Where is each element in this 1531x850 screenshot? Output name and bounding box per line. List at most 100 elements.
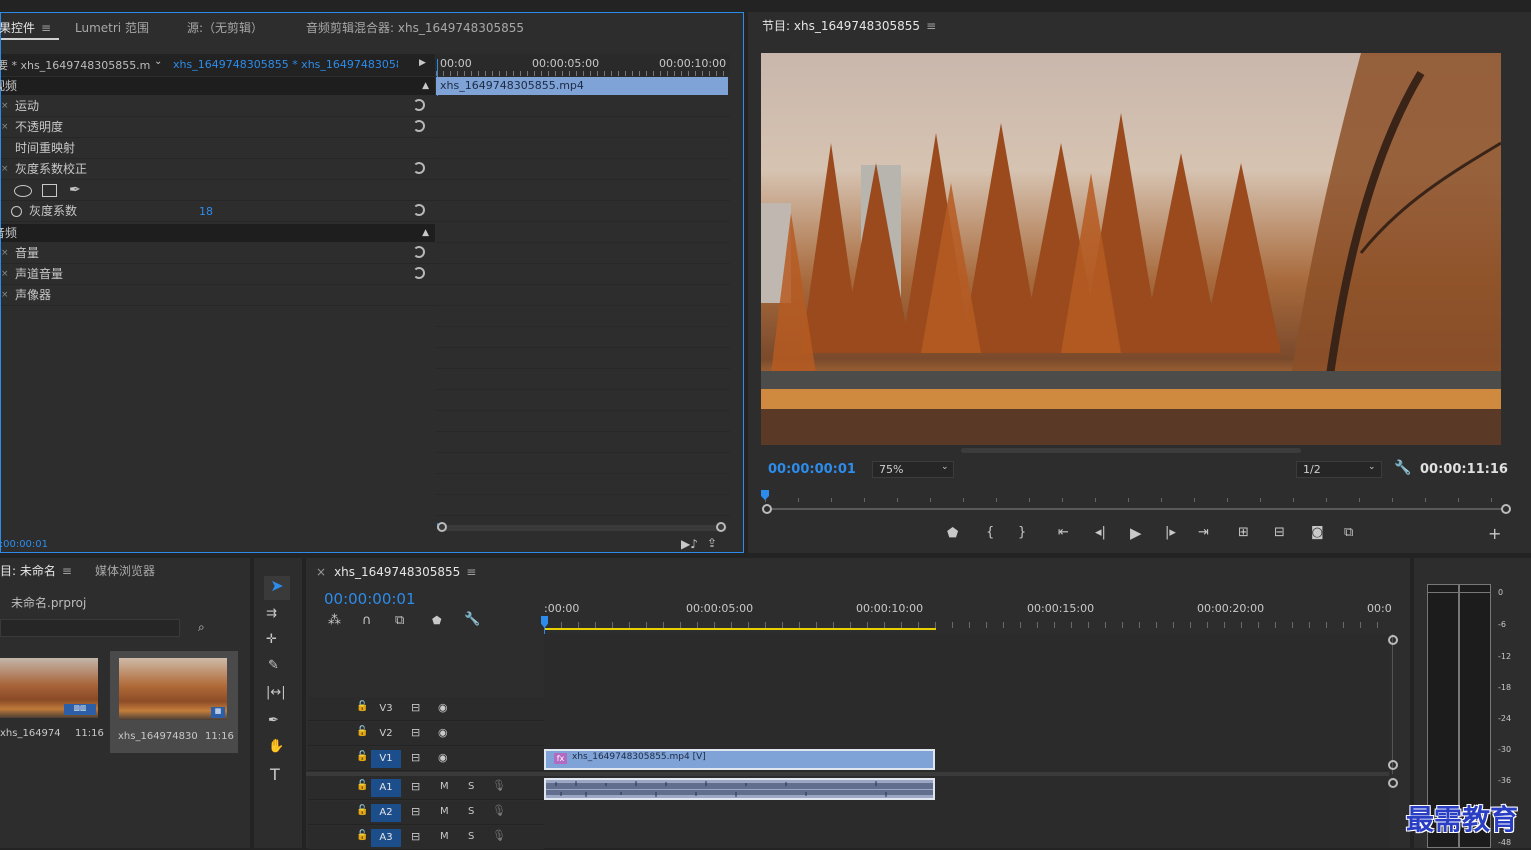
ripple-edit-tool-icon[interactable]: ✛ [266, 632, 277, 647]
track-header-a3[interactable]: 🔓 A3 ⊟ M S 🎙 [308, 826, 544, 850]
sync-lock-icon[interactable]: ⊟ [411, 780, 420, 793]
close-icon[interactable]: × [316, 565, 326, 579]
add-button-icon[interactable]: + [1488, 524, 1501, 543]
track-header-a2[interactable]: 🔓 A2 ⊟ M S 🎙 [308, 801, 544, 825]
reset-icon[interactable] [413, 162, 425, 174]
project-item[interactable]: ▥▥ xhs_1649748305... 11:16 [0, 654, 104, 750]
effect-row-time-remap[interactable]: 时间重映射 [1, 138, 435, 159]
reset-icon[interactable] [413, 267, 425, 279]
pen-tool-icon[interactable]: ✒ [268, 713, 279, 728]
settings-wrench-icon[interactable]: 🔧 [1394, 460, 1411, 476]
reset-icon[interactable] [413, 99, 425, 111]
effect-row-motion[interactable]: × 运动 [1, 96, 435, 117]
linked-selection-icon[interactable]: ⧉ [395, 613, 404, 628]
program-current-time[interactable]: 00:00:00:01 [768, 462, 856, 477]
vscroll-handle-audio[interactable] [1388, 778, 1398, 788]
panel-menu-icon[interactable]: ≡ [926, 14, 936, 38]
program-video-frame[interactable] [761, 53, 1501, 445]
lock-icon[interactable]: 🔓 [356, 726, 368, 737]
program-zoom-handle-left[interactable] [762, 504, 772, 514]
sync-lock-icon[interactable]: ⊟ [411, 701, 420, 714]
hand-tool-icon[interactable]: ✋ [268, 739, 284, 754]
tab-media-browser[interactable]: 媒体浏览器 [95, 559, 155, 583]
program-monitor-title[interactable]: 节目: xhs_1649748305855 ≡ [762, 14, 936, 38]
ellipse-mask-icon[interactable] [14, 185, 32, 197]
reset-icon[interactable] [413, 204, 425, 216]
step-forward-icon[interactable]: |▸ [1165, 525, 1176, 540]
panel-menu-icon[interactable]: ≡ [41, 16, 51, 40]
export-frame-camera-icon[interactable]: ◙ [1311, 525, 1324, 540]
ec-zoom-scrollbar[interactable] [439, 525, 727, 531]
video-clip-v1[interactable]: fx xhs_1649748305855.mp4 [V] [544, 749, 935, 770]
nest-toggle-icon[interactable]: ⁂ [328, 613, 341, 628]
track-label[interactable]: V1 [371, 750, 401, 768]
panel-menu-icon[interactable]: ≡ [62, 559, 72, 583]
lock-icon[interactable]: 🔓 [356, 701, 368, 712]
timeline-settings-wrench-icon[interactable]: 🔧 [464, 612, 480, 627]
project-item-selected[interactable]: ▦ xhs_1649748305... 11:16 [110, 651, 238, 753]
pen-mask-icon[interactable]: ✒ [69, 180, 81, 201]
program-zoom-handle-right[interactable] [1501, 504, 1511, 514]
tab-audio-clip-mixer[interactable]: 音频剪辑混合器: xhs_1649748305855 [306, 16, 524, 40]
panel-menu-icon[interactable]: ≡ [466, 560, 476, 584]
add-marker-icon[interactable]: ⬟ [432, 614, 442, 627]
tab-sequence[interactable]: × xhs_1649748305855 ≡ [316, 560, 476, 584]
effect-row-channel-volume[interactable]: × 声道音量 [1, 264, 435, 285]
timeline-vscroll[interactable] [1392, 634, 1393, 774]
razor-tool-icon[interactable]: ✎ [268, 658, 279, 673]
track-select-tool-icon[interactable]: ⇉ [266, 606, 277, 621]
track-label[interactable]: A1 [371, 779, 401, 797]
mic-icon[interactable]: 🎙 [492, 779, 506, 792]
go-to-out-icon[interactable]: ⇥ [1198, 525, 1209, 540]
solo-button[interactable]: S [468, 781, 474, 792]
mic-icon[interactable]: 🎙 [492, 829, 506, 842]
expand-timeline-icon[interactable]: ▶ [419, 58, 426, 68]
reset-icon[interactable] [413, 120, 425, 132]
mute-button[interactable]: M [440, 831, 449, 842]
tab-project[interactable]: 项目: 未命名 ≡ [0, 559, 72, 583]
eye-icon[interactable]: ◉ [438, 751, 448, 764]
extract-icon[interactable]: ⊟ [1274, 525, 1285, 540]
ec-ruler[interactable]: 00:00 00:00:05:00 00:00:10:00 [436, 54, 730, 76]
mark-in-icon[interactable]: { [986, 525, 994, 540]
lock-icon[interactable]: 🔓 [356, 780, 368, 791]
reset-icon[interactable] [413, 246, 425, 258]
sequence-clip-selector[interactable]: xhs_1649748305855 * xhs_1649748305855... [173, 58, 398, 71]
step-back-icon[interactable]: ◂| [1095, 525, 1106, 540]
mark-out-icon[interactable]: } [1018, 525, 1026, 540]
gamma-param-row[interactable]: 灰度系数 18 [1, 201, 435, 222]
type-tool-icon[interactable]: T [270, 765, 280, 784]
fx-toggle-icon[interactable]: × [1, 243, 9, 264]
vscroll-handle-top[interactable] [1388, 635, 1398, 645]
ec-zoom-handle-left[interactable] [437, 522, 447, 532]
eye-icon[interactable]: ◉ [438, 701, 448, 714]
master-clip-selector[interactable]: 主要 * xhs_1649748305855.mp4 [0, 57, 151, 73]
stopwatch-icon[interactable] [11, 206, 22, 217]
effect-row-gamma[interactable]: × 灰度系数校正 [1, 159, 435, 180]
audio-clip-a1[interactable] [544, 778, 935, 800]
sync-lock-icon[interactable]: ⊟ [411, 751, 420, 764]
rectangle-mask-icon[interactable] [42, 184, 57, 197]
tab-effect-controls[interactable]: 效果控件 ≡ [0, 16, 51, 40]
go-to-in-icon[interactable]: ⇤ [1058, 525, 1069, 540]
track-header-a1[interactable]: 🔓 A1 ⊟ M S 🎙 [308, 776, 544, 800]
track-label[interactable]: A3 [371, 829, 401, 847]
effect-row-volume[interactable]: × 音量 [1, 243, 435, 264]
lift-icon[interactable]: ⊞ [1238, 525, 1249, 540]
track-header-v2[interactable]: 🔓 V2 ⊟ ◉ [308, 722, 544, 746]
effect-row-opacity[interactable]: × 不透明度 [1, 117, 435, 138]
monitor-scrollbar[interactable] [961, 448, 1301, 453]
fx-toggle-icon[interactable]: × [1, 117, 9, 138]
audio-effects-header[interactable]: 音频 ▲ [0, 224, 435, 242]
solo-button[interactable]: S [468, 806, 474, 817]
program-scroll-track[interactable] [768, 508, 1508, 510]
sync-lock-icon[interactable]: ⊟ [411, 830, 420, 843]
chevron-down-icon[interactable]: ⌄ [154, 56, 162, 67]
track-label[interactable]: A2 [371, 804, 401, 822]
play-icon[interactable]: ▶ [1130, 524, 1142, 542]
selection-tool-icon[interactable]: ➤ [264, 576, 290, 600]
track-header-v1[interactable]: 🔓 V1 ⊟ ◉ [308, 747, 544, 771]
collapse-up-icon[interactable]: ▲ [422, 77, 429, 95]
video-effects-header[interactable]: 视频 ▲ [0, 77, 435, 95]
ec-zoom-handle-right[interactable] [716, 522, 726, 532]
